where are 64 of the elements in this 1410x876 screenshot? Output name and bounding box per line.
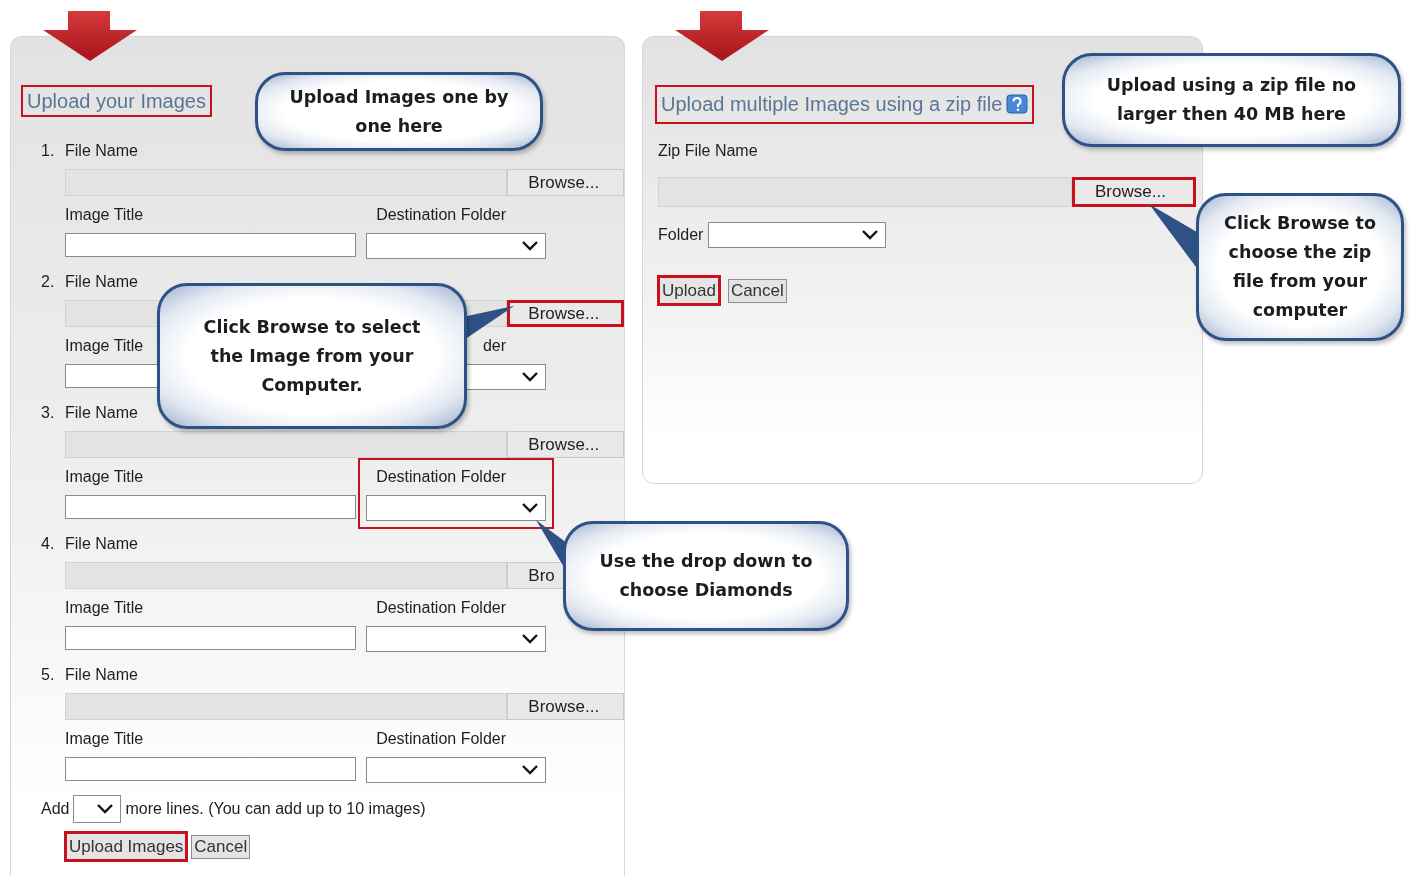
field-label: Folder (658, 225, 704, 245)
folder-select[interactable] (366, 757, 546, 783)
chevron-icon (521, 633, 539, 645)
chevron-icon (521, 371, 539, 383)
add-hint: more lines. (You can add up to 10 images) (125, 799, 426, 819)
browse-button[interactable]: Browse... (1072, 177, 1196, 207)
field-label: Image Title (65, 468, 145, 486)
browse-button[interactable]: Browse... (507, 300, 624, 327)
field-label: File Name (65, 272, 138, 292)
row-number: 4. (41, 535, 56, 553)
folder-select[interactable] (366, 233, 546, 259)
browse-button[interactable]: Browse... (507, 693, 624, 720)
help-icon[interactable] (1006, 93, 1029, 116)
file-name-field[interactable] (65, 693, 508, 720)
field-label: der (481, 337, 506, 355)
field-label: Destination Folder (375, 468, 506, 486)
form-button[interactable]: Cancel (191, 834, 251, 859)
folder-select[interactable] (708, 222, 887, 248)
browse-button[interactable]: Browse... (507, 169, 624, 196)
field-label: Image Title (65, 206, 145, 224)
field-label: File Name (65, 534, 138, 554)
callout-tooltip: Click Browse to choose the zip file from your computer (1196, 193, 1404, 341)
file-name-field[interactable] (65, 169, 508, 196)
row-number: 3. (41, 404, 56, 422)
image-title-input[interactable] (65, 757, 356, 781)
arrow-icon (673, 11, 771, 63)
browse-button[interactable]: Browse... (507, 431, 624, 458)
chevron-icon (861, 229, 880, 241)
add-label: Add (41, 799, 70, 819)
section-title: Upload your Images (21, 85, 212, 117)
row-number: 1. (41, 142, 56, 160)
form-button[interactable]: Cancel (727, 278, 787, 303)
callout-tooltip: Click Browse to select the Image from your Computer. (157, 283, 467, 429)
row-number: 5. (41, 666, 56, 684)
folder-select[interactable] (366, 626, 546, 652)
chevron-icon (521, 764, 539, 776)
field-label: Destination Folder (375, 730, 506, 748)
form-button[interactable]: Upload (657, 275, 721, 306)
callout-tooltip: Upload using a zip file no larger then 40 MB here (1062, 53, 1401, 147)
image-title-input[interactable] (65, 233, 356, 257)
arrow-icon (41, 11, 139, 63)
chevron-icon (96, 803, 115, 815)
field-label: Zip File Name (658, 141, 759, 161)
field-label: Image Title (65, 730, 145, 748)
file-name-field[interactable] (65, 562, 508, 589)
field-label: File Name (65, 665, 138, 685)
folder-select[interactable] (366, 495, 546, 521)
row-number: 2. (41, 273, 56, 291)
form-button[interactable]: Upload Images (64, 831, 189, 862)
field-label: File Name (65, 141, 138, 161)
chevron-icon (521, 240, 539, 252)
lines-select[interactable] (73, 795, 122, 823)
chevron-icon (521, 502, 539, 514)
field-label: File Name (65, 403, 138, 423)
callout-tooltip: Upload Images one by one here (255, 72, 543, 151)
image-title-input[interactable] (65, 626, 356, 650)
field-label: Image Title (65, 599, 145, 617)
callout-tooltip: Use the drop down to choose Diamonds (563, 521, 849, 631)
field-label: Destination Folder (375, 599, 506, 617)
file-name-field[interactable] (65, 431, 508, 458)
zip-file-field[interactable] (658, 177, 1072, 207)
image-title-input[interactable] (65, 495, 356, 519)
title-text: Upload multiple Images using a zip file (661, 93, 1003, 116)
field-label: Destination Folder (375, 206, 506, 224)
